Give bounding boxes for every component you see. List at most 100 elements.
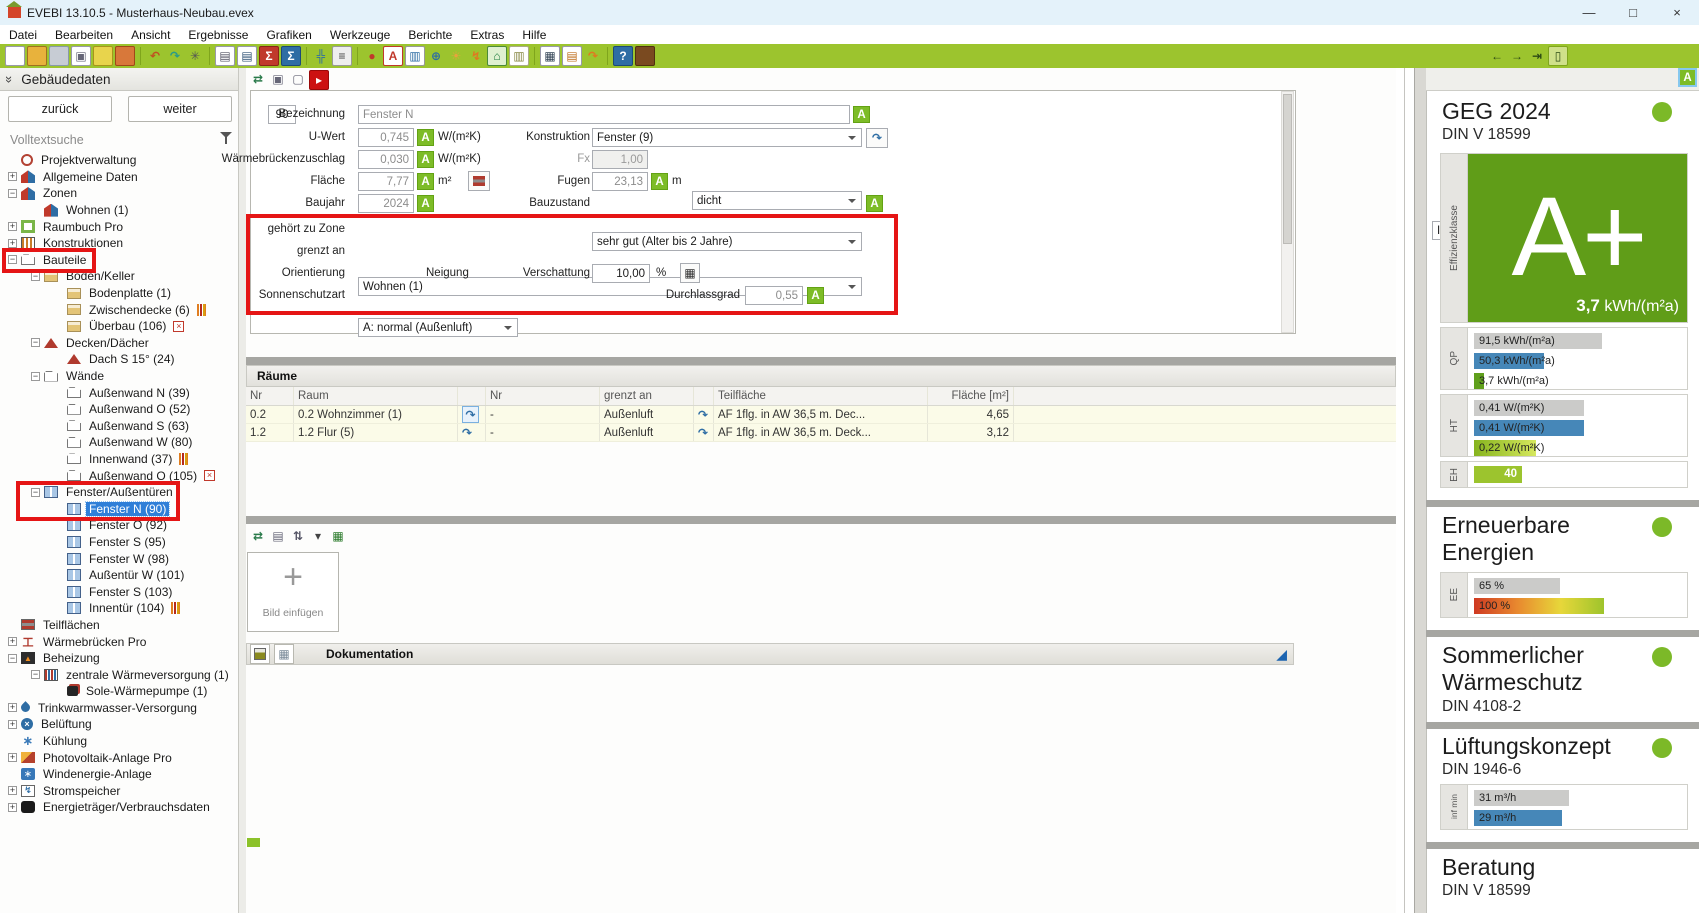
tree-item-windenergie-anlage[interactable]: ∗Windenergie-Anlage bbox=[0, 766, 238, 783]
sidebar-header[interactable]: » Gebäudedaten bbox=[0, 68, 238, 91]
transfer-icon[interactable]: ⇄ bbox=[249, 70, 267, 88]
tree-item-teilflaechen[interactable]: Teilflächen bbox=[0, 617, 238, 634]
tree-item-aussenwand-o-105[interactable]: Außenwand O (105)× bbox=[0, 467, 238, 484]
flaeche-input[interactable]: 7,77 bbox=[358, 172, 414, 191]
tree-item-ueberbau-106[interactable]: Überbau (106)× bbox=[0, 318, 238, 335]
buildings-button[interactable]: ▦ bbox=[274, 644, 294, 664]
calc-report-icon[interactable]: ▦ bbox=[540, 46, 560, 66]
sort-icon[interactable]: ⇅ bbox=[289, 527, 307, 545]
edit-documentation-icon[interactable]: ◢ bbox=[1276, 646, 1287, 663]
tree-item-energietraeger-verbrauchsdaten[interactable]: +Energieträger/Verbrauchsdaten bbox=[0, 799, 238, 816]
fulltext-search-input[interactable] bbox=[8, 130, 212, 150]
forward-arrow-icon[interactable]: → bbox=[1508, 47, 1526, 65]
curve-icon[interactable]: ↷ bbox=[698, 426, 708, 440]
tree-item-bodenplatte-1[interactable]: Bodenplatte (1) bbox=[0, 285, 238, 302]
values-report-icon[interactable]: ▤ bbox=[237, 46, 257, 66]
tree-item-raumbuch-pro[interactable]: +Raumbuch Pro bbox=[0, 218, 238, 235]
p-check-icon[interactable]: ▥ bbox=[405, 46, 425, 66]
sum-red-icon[interactable]: Σ bbox=[259, 46, 279, 66]
tree-item-fenster-n-90[interactable]: Fenster N (90) bbox=[0, 500, 238, 517]
menu-item-berichte[interactable]: Berichte bbox=[399, 25, 461, 44]
tree-item-innentuer-104[interactable]: Innentür (104) bbox=[0, 600, 238, 617]
expand-icon[interactable]: + bbox=[8, 803, 17, 812]
door-icon[interactable] bbox=[635, 46, 655, 66]
menu-item-bearbeiten[interactable]: Bearbeiten bbox=[46, 25, 122, 44]
tree-item-innenwand-37[interactable]: Innenwand (37) bbox=[0, 451, 238, 468]
import-icon[interactable] bbox=[93, 46, 113, 66]
tree-item-aussenwand-w-80[interactable]: Außenwand W (80) bbox=[0, 434, 238, 451]
house-euro-icon[interactable]: ⌂ bbox=[487, 46, 507, 66]
minimize-button[interactable]: — bbox=[1567, 1, 1611, 25]
transfer-icon[interactable]: ⇄ bbox=[249, 527, 267, 545]
sum-blue-icon[interactable]: Σ bbox=[281, 46, 301, 66]
waermebrueckenzuschlag-input[interactable]: 0,030 bbox=[358, 150, 414, 169]
menu-item-ansicht[interactable]: Ansicht bbox=[122, 25, 179, 44]
copy-structure-icon[interactable]: ▦ bbox=[329, 527, 347, 545]
bauzustand-select[interactable]: sehr gut (Alter bis 2 Jahre) bbox=[592, 232, 862, 251]
image-placeholder[interactable]: + Bild einfügen bbox=[247, 552, 339, 632]
collapse-icon[interactable]: − bbox=[31, 488, 40, 497]
chart-icon[interactable]: ▥ bbox=[509, 46, 529, 66]
dropdown-caret-icon[interactable]: ▾ bbox=[309, 527, 327, 545]
fugen-input[interactable]: 23,13 bbox=[592, 172, 648, 191]
close-button[interactable]: × bbox=[1655, 1, 1699, 25]
collapse-icon[interactable]: − bbox=[8, 654, 17, 663]
energy-icon[interactable]: ↯ bbox=[467, 47, 485, 65]
tree-item-zonen[interactable]: −Zonen bbox=[0, 185, 238, 202]
tree-item-aussenwand-s-63[interactable]: Außenwand S (63) bbox=[0, 418, 238, 435]
wizard-icon[interactable]: ✳ bbox=[186, 47, 204, 65]
tree-item-photovoltaik-anlage-pro[interactable]: +Photovoltaik-Anlage Pro bbox=[0, 749, 238, 766]
curve-icon[interactable]: ↷ bbox=[465, 408, 475, 422]
menu-item-werkzeuge[interactable]: Werkzeuge bbox=[321, 25, 399, 44]
expand-icon[interactable]: + bbox=[8, 172, 17, 181]
tree-item-beheizung[interactable]: −▲Beheizung bbox=[0, 650, 238, 667]
konstruktion-select[interactable]: Fenster (9) bbox=[592, 128, 862, 147]
tree-item-fenster-s-103[interactable]: Fenster S (103) bbox=[0, 583, 238, 600]
open-folder-icon[interactable] bbox=[27, 46, 47, 66]
form-scrollbar-thumb[interactable] bbox=[1283, 94, 1292, 244]
tree-item-allgemeine-daten[interactable]: +Allgemeine Daten bbox=[0, 169, 238, 186]
tree-item-aussentuer-w-101[interactable]: Außentür W (101) bbox=[0, 567, 238, 584]
video-help-icon[interactable]: ▸ bbox=[309, 70, 329, 90]
tree-item-projektverwaltung[interactable]: Projektverwaltung bbox=[0, 152, 238, 169]
paste-icon[interactable]: ▤ bbox=[269, 527, 287, 545]
rooms-table-row[interactable]: 0.20.2 Wohnzimmer (1)↷-Außenluft↷AF 1flg… bbox=[246, 406, 1396, 424]
help-icon[interactable]: ? bbox=[613, 46, 633, 66]
expand-icon[interactable]: + bbox=[8, 222, 17, 231]
tree-item-waende[interactable]: −Wände bbox=[0, 368, 238, 385]
tree-item-kuehlung[interactable]: ∗Kühlung bbox=[0, 733, 238, 750]
expand-icon[interactable]: + bbox=[8, 753, 17, 762]
save-icon[interactable] bbox=[49, 46, 69, 66]
expand-icon[interactable]: + bbox=[8, 786, 17, 795]
menu-item-extras[interactable]: Extras bbox=[461, 25, 513, 44]
outline-icon[interactable]: ≡ bbox=[332, 46, 352, 66]
collapse-icon[interactable]: − bbox=[31, 372, 40, 381]
bezeichnung-input[interactable]: Fenster N bbox=[358, 105, 850, 124]
expand-icon[interactable]: + bbox=[8, 637, 17, 646]
report-icon[interactable]: ▤ bbox=[215, 46, 235, 66]
tree-item-decken-daecher[interactable]: −Decken/Dächer bbox=[0, 335, 238, 352]
tree-item-fenster-aussentueren[interactable]: −Fenster/Außentüren bbox=[0, 484, 238, 501]
tree-item-dach-s-15-24[interactable]: Dach S 15° (24) bbox=[0, 351, 238, 368]
result-chart-icon[interactable]: ▤ bbox=[562, 46, 582, 66]
undo-icon[interactable]: ↶ bbox=[146, 47, 164, 65]
tree-item-bauteile[interactable]: −Bauteile bbox=[0, 252, 238, 269]
maximize-button[interactable]: □ bbox=[1611, 1, 1655, 25]
construction-curve-button[interactable]: ↷ bbox=[866, 128, 888, 148]
back-arrow-icon[interactable]: ← bbox=[1488, 47, 1506, 65]
tree-item-fenster-w-98[interactable]: Fenster W (98) bbox=[0, 550, 238, 567]
collapse-icon[interactable]: − bbox=[8, 255, 17, 264]
structure-icon[interactable]: ╬ bbox=[312, 47, 330, 65]
tree-item-fenster-s-95[interactable]: Fenster S (95) bbox=[0, 534, 238, 551]
copy-icon[interactable]: ▣ bbox=[71, 46, 91, 66]
redo-icon[interactable]: ↷ bbox=[166, 47, 184, 65]
durchlassgrad-input[interactable]: 0,55 bbox=[745, 286, 803, 305]
rooms-table-row[interactable]: 1.21.2 Flur (5)↷-Außenluft↷AF 1flg. in A… bbox=[246, 424, 1396, 442]
tree-item-trinkwarmwasser-versorgung[interactable]: +Trinkwarmwasser-Versorgung bbox=[0, 700, 238, 717]
menu-item-grafiken[interactable]: Grafiken bbox=[257, 25, 320, 44]
menu-item-hilfe[interactable]: Hilfe bbox=[513, 25, 555, 44]
expand-icon[interactable]: + bbox=[8, 703, 17, 712]
menu-item-datei[interactable]: Datei bbox=[0, 25, 46, 44]
curve-icon[interactable]: ↷ bbox=[462, 426, 472, 440]
copy-sheet-icon[interactable]: ▣ bbox=[269, 70, 287, 88]
